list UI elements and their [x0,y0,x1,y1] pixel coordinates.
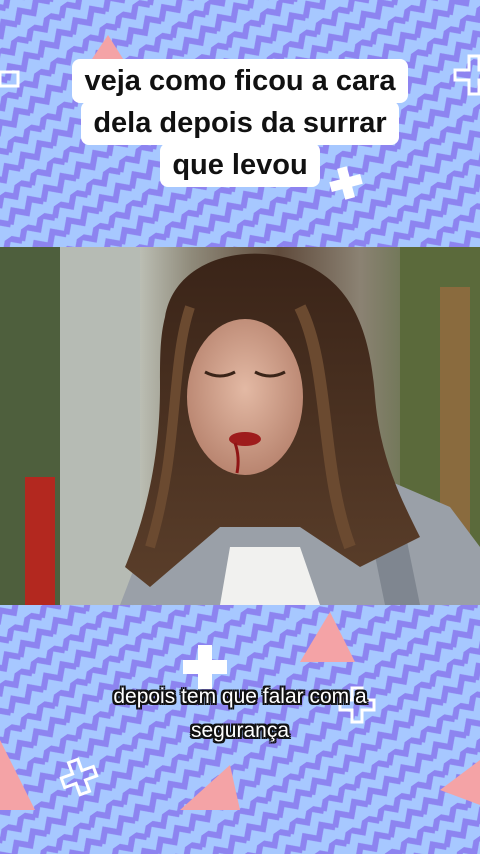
video-frame[interactable] [0,247,480,605]
caption-line: dela depois da surrar [81,101,399,145]
video-frame-illustration [0,247,480,605]
caption-line: veja como ficou a cara [72,59,408,103]
caption-box: veja como ficou a cara dela depois da su… [0,59,480,187]
subtitle-line: segurança [190,719,290,742]
caption-line: que levou [160,143,320,187]
video-subtitle: depois tem que falar com a segurança [0,680,480,748]
subtitle-line: depois tem que falar com a [113,685,367,708]
